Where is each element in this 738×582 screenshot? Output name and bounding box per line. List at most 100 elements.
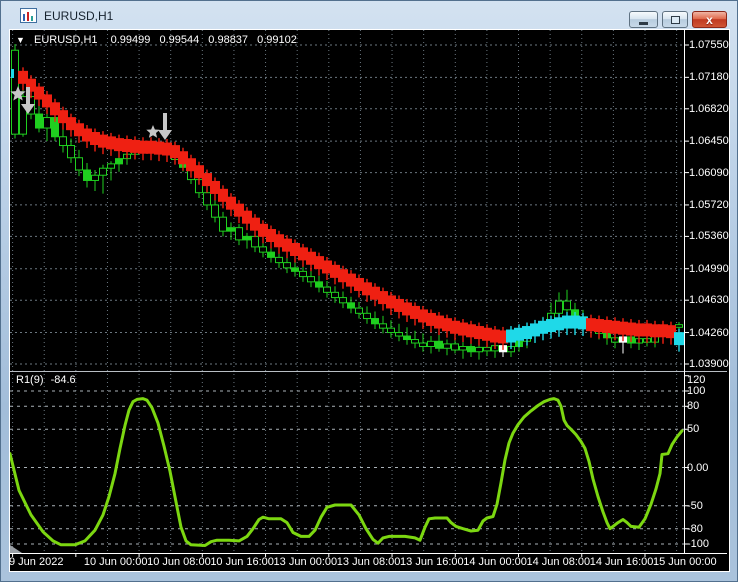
candle-body [267,251,275,258]
time-axis-label: 14 Jun 00:00 [463,556,527,568]
indicator-label: R1(9) -84.6 [16,374,80,386]
price-axis-label: 1.04260 [689,326,729,339]
indicator-value: -84.6 [50,374,76,386]
indicator-axis-label: 50 [687,423,700,436]
minimize-icon [639,21,648,25]
candle-body [563,300,571,311]
indicator-axis-label: 80 [687,400,700,413]
chart-canvas[interactable] [10,30,727,569]
time-axis-label: 13 Jun 00:00 [273,556,338,568]
candle-body [67,145,75,159]
application-window: EURUSD,H1 x ▼ EURUSD,H1 0.99499 0.99544 … [0,0,738,582]
time-axis-label: 10 Jun 16:00 [210,556,274,568]
candle-body [307,276,315,283]
time-axis-label: 14 Jun 16:00 [589,556,654,568]
time-axis-label: 13 Jun 16:00 [400,556,464,568]
indicator-tick [11,69,14,78]
candle-body [339,297,347,304]
candle-body [43,117,51,129]
candle-body [355,307,363,314]
candle-body [227,227,235,232]
candle-body [555,300,563,314]
candle-body [435,340,443,349]
indicator-axis-label: -80 [687,522,703,535]
chart-window-client: ▼ EURUSD,H1 0.99499 0.99544 0.98837 0.99… [9,29,730,572]
candle-body [259,246,267,253]
restore-icon [670,15,680,24]
candle-body [475,346,483,353]
price-axis-label: 1.06450 [689,135,729,148]
candle-body [243,235,251,241]
candle-body [387,327,395,334]
candle-body [235,227,243,241]
candle-body [99,167,107,176]
candle-body [35,113,43,129]
candle-body [459,346,467,351]
trend-dot [674,332,684,346]
candle-body [395,332,403,337]
indicator-axis-label: 0.00 [687,461,709,474]
price-axis-label: 1.06090 [689,166,729,179]
candle-body [59,136,67,147]
time-axis[interactable]: 9 Jun 2022 10 Jun 00:00 10 Jun 08:00 10 Jun… [9,553,729,571]
candle-body [283,262,291,269]
symbol-timeframe-label: EURUSD,H1 [33,34,98,46]
candle-body [107,163,115,169]
sell-arrow-shaft [163,113,167,130]
open-value: 0.99499 [110,34,151,46]
star-icon [146,125,160,138]
symbol-dropdown-icon[interactable]: ▼ [16,35,25,45]
minimize-button[interactable] [629,11,658,28]
candle-body [675,324,683,328]
price-axis-label: 1.05360 [689,230,729,243]
candle-body [251,235,259,248]
title-bar[interactable]: EURUSD,H1 x [2,2,736,29]
candle-body [315,281,323,288]
candle-body [451,343,459,351]
price-axis-label: 1.05720 [689,198,729,211]
price-axis-label: 1.07550 [689,39,729,51]
candle-body [419,342,427,348]
candle-body [443,343,451,349]
price-axis-label: 1.07180 [689,71,729,84]
candle-body [83,169,91,181]
candle-body [203,192,211,206]
time-axis-label: 10 Jun 00:00 [83,556,148,568]
candle-body [379,323,387,329]
time-axis-label: 15 Jun 00:00 [653,556,717,568]
restore-button[interactable] [662,11,688,28]
candle-body [411,339,419,344]
time-axis-label: 14 Jun 08:00 [526,556,591,568]
chart-ohlc-header: ▼ EURUSD,H1 0.99499 0.99544 0.98837 0.99… [16,34,303,46]
sell-arrow-shaft [26,87,30,104]
candle-body [211,204,219,218]
candle-body [467,346,475,353]
candle-body [427,340,435,348]
close-value: 0.99102 [257,34,297,46]
high-value: 0.99544 [159,34,200,46]
panel-resize-grip[interactable] [10,545,22,553]
price-axis[interactable]: 1.07550 1.07180 1.06820 1.06450 1.06090 1.057… [685,30,729,553]
window-controls: x [629,11,727,28]
candle-body [371,318,379,325]
candle-body [347,302,355,309]
candle-body [275,256,283,264]
candle-body [19,96,27,135]
candle-body [483,346,491,352]
candle-body [291,267,299,272]
price-axis-label: 1.04630 [689,294,729,307]
candle-body [75,157,83,171]
oscillator-line [10,397,684,547]
sell-arrow-icon [158,130,172,140]
indicator-name: R1(9) [16,374,44,386]
time-axis-label: 9 Jun 2022 [9,556,64,568]
series-layer [10,44,684,547]
candle-body [323,286,331,293]
candle-body [403,335,411,341]
close-icon: x [706,12,713,27]
candle-body [299,270,307,278]
time-axis-label: 13 Jun 08:00 [336,556,401,568]
close-button[interactable]: x [692,11,727,28]
price-axis-label: 1.04990 [689,262,729,275]
indicator-axis-label: -100 [687,538,710,550]
